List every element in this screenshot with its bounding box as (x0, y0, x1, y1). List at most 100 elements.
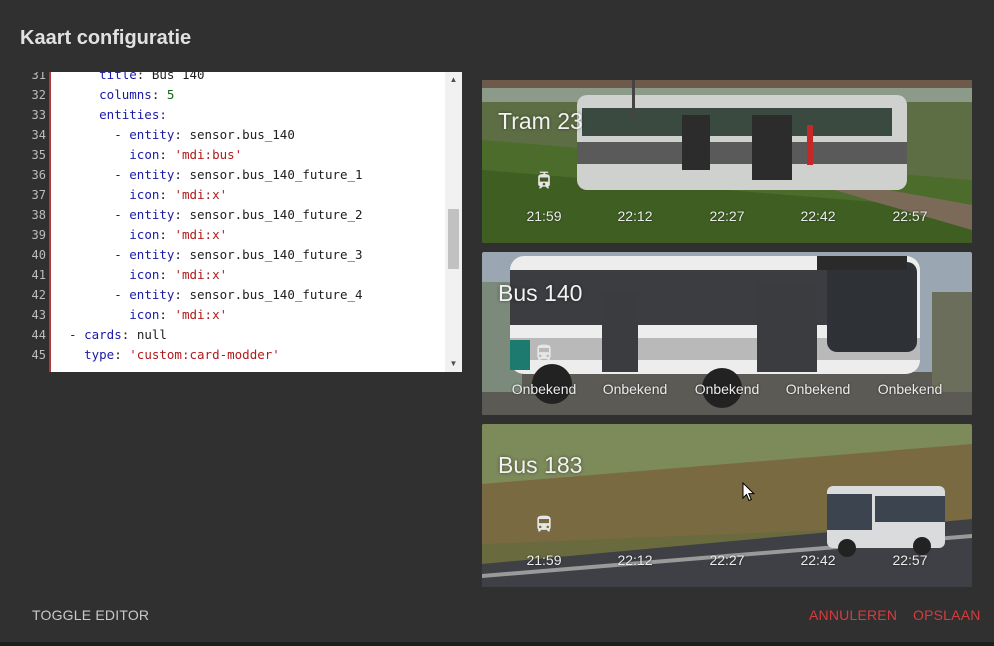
departure-time: Onbekend (877, 381, 943, 397)
code-text: icon: 'mdi:x' (54, 305, 227, 325)
line-number: 45 (31, 348, 46, 362)
save-button[interactable]: OPSLAAN (913, 607, 981, 623)
code-line[interactable]: 40 - entity: sensor.bus_140_future_3 (20, 245, 445, 265)
code-token: entity (129, 207, 175, 222)
code-text: type: 'custom:card-modder' (54, 345, 280, 365)
departure-times: 21:59 22:12 22:27 22:42 22:57 (482, 552, 972, 572)
code-token: - (54, 287, 130, 302)
code-line[interactable]: 41 icon: 'mdi:x' (20, 265, 445, 285)
code-token: : (151, 87, 167, 102)
card-title: Bus 183 (498, 452, 583, 478)
code-token: icon (129, 227, 160, 242)
code-text: - entity: sensor.bus_140_future_1 (54, 165, 363, 185)
departure-times: 21:59 22:12 22:27 22:42 22:57 (482, 208, 972, 228)
line-number: 39 (31, 228, 46, 242)
code-token: : (159, 307, 175, 322)
line-number: 35 (31, 148, 46, 162)
departure-time: Onbekend (785, 381, 851, 397)
code-token: - (54, 327, 85, 342)
code-token: : (159, 187, 175, 202)
code-text: icon: 'mdi:x' (54, 185, 227, 205)
code-token: title (99, 72, 137, 82)
code-line[interactable]: 39 icon: 'mdi:x' (20, 225, 445, 245)
tram-23-card[interactable]: Tram 23 21:59 22:12 22:27 22:42 22:57 (482, 80, 972, 243)
code-line[interactable]: 36 - entity: sensor.bus_140_future_1 (20, 165, 445, 185)
code-line[interactable]: 31 title: Bus 140 (20, 72, 445, 85)
line-number: 37 (31, 188, 46, 202)
yaml-editor[interactable]: 31 title: Bus 140 32 columns: 5 33 entitie… (20, 72, 462, 372)
code-text: icon: 'mdi:x' (54, 225, 227, 245)
code-token: 5 (166, 87, 175, 102)
code-text: columns: 5 (54, 85, 174, 105)
code-token: sensor.bus_140_future_4 (189, 287, 363, 302)
code-lines[interactable]: 31 title: Bus 140 32 columns: 5 33 entitie… (20, 72, 445, 365)
code-token: entity (129, 127, 175, 142)
tram-icon (538, 171, 550, 189)
code-token: : (174, 167, 190, 182)
code-token: cards (84, 327, 122, 342)
code-token: 'mdi:bus' (174, 147, 243, 162)
line-number: 34 (31, 128, 46, 142)
card-config-dialog: Kaart configuratie 31 title: Bus 140 32 c… (0, 0, 994, 642)
departure-time: 22:57 (892, 208, 928, 224)
departure-times: Onbekend Onbekend Onbekend Onbekend Onbe… (482, 381, 972, 401)
line-number: 36 (31, 168, 46, 182)
code-token: icon (129, 307, 160, 322)
cancel-button[interactable]: ANNULEREN (809, 607, 897, 623)
departure-time: 22:42 (800, 208, 836, 224)
code-token: sensor.bus_140_future_1 (189, 167, 363, 182)
code-token: type (84, 347, 115, 362)
code-token: entity (129, 247, 175, 262)
code-line[interactable]: 32 columns: 5 (20, 85, 445, 105)
code-text: icon: 'mdi:bus' (54, 145, 242, 165)
line-number: 31 (31, 72, 46, 82)
code-token: - (54, 247, 130, 262)
code-line[interactable]: 33 entities: (20, 105, 445, 125)
departure-time: 22:12 (617, 552, 653, 568)
line-number: 41 (31, 268, 46, 282)
departure-time: 22:27 (709, 552, 745, 568)
code-token: entity (129, 287, 175, 302)
code-text: title: Bus 140 (54, 72, 205, 85)
code-line[interactable]: 45 type: 'custom:card-modder' (20, 345, 445, 365)
code-token: : (174, 207, 190, 222)
code-token: : (174, 247, 190, 262)
code-token: Bus 140 (151, 72, 205, 82)
dialog-title: Kaart configuratie (20, 27, 192, 49)
bus-140-card[interactable]: Bus 140 Onbekend Onbekend Onbekend Onbek… (482, 252, 972, 415)
bus-icon (537, 515, 551, 532)
code-line[interactable]: 37 icon: 'mdi:x' (20, 185, 445, 205)
code-token: - (54, 167, 130, 182)
code-token: null (136, 327, 167, 342)
code-line[interactable]: 34 - entity: sensor.bus_140 (20, 125, 445, 145)
code-line[interactable]: 38 - entity: sensor.bus_140_future_2 (20, 205, 445, 225)
scrollbar-thumb[interactable] (448, 209, 459, 269)
code-line[interactable]: 35 icon: 'mdi:bus' (20, 145, 445, 165)
line-number: 44 (31, 328, 46, 342)
line-number: 43 (31, 308, 46, 322)
code-text: - entity: sensor.bus_140_future_3 (54, 245, 362, 265)
code-token: entity (129, 167, 175, 182)
code-token: : (136, 72, 152, 82)
editor-scrollbar[interactable]: ▲ ▼ (445, 72, 462, 372)
mouse-cursor-icon (742, 482, 756, 502)
code-line[interactable]: 42 - entity: sensor.bus_140_future_4 (20, 285, 445, 305)
bus-icon (537, 344, 551, 361)
code-token: icon (129, 147, 160, 162)
toggle-editor-button[interactable]: TOGGLE EDITOR (32, 607, 149, 623)
bus-183-card[interactable]: Bus 183 21:59 22:12 22:27 22:42 22:57 (482, 424, 972, 587)
departure-time: 22:12 (617, 208, 653, 224)
departure-time: 22:57 (892, 552, 928, 568)
scroll-up-arrow-icon[interactable]: ▲ (445, 72, 462, 88)
code-line[interactable]: 43 icon: 'mdi:x' (20, 305, 445, 325)
line-number: 33 (31, 108, 46, 122)
line-number: 38 (31, 208, 46, 222)
scroll-down-arrow-icon[interactable]: ▼ (445, 356, 462, 372)
code-line[interactable]: 44 - cards: null (20, 325, 445, 345)
line-number: 42 (31, 288, 46, 302)
